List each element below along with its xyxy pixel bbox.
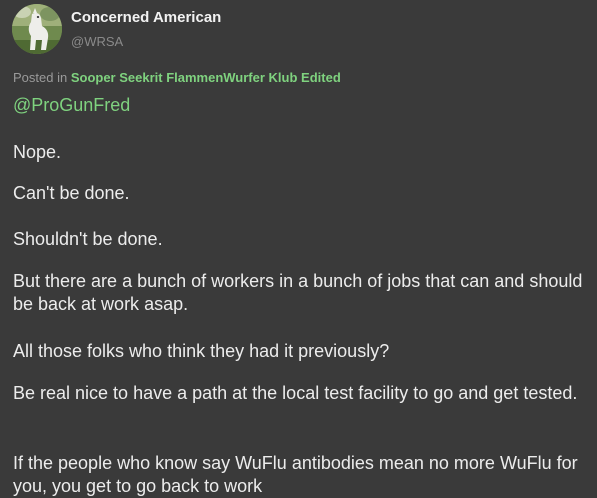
user-mention-link[interactable]: @ProGunFred [13, 95, 130, 116]
horse-avatar-icon [12, 4, 62, 54]
post-paragraph: But there are a bunch of workers in a bu… [13, 271, 583, 314]
post-paragraph: Be real nice to have a path at the local… [13, 383, 578, 403]
post-paragraph: Shouldn't be done. [13, 229, 163, 249]
posted-in-label: Posted in [13, 70, 68, 85]
post-paragraph: Nope. [13, 142, 62, 162]
post-card: Concerned American @WRSA Posted in Soope… [0, 0, 597, 497]
post-paragraph: All those folks who think they had it pr… [13, 341, 390, 361]
author-handle[interactable]: @WRSA [71, 34, 123, 49]
avatar[interactable] [12, 4, 62, 54]
post-meta: Posted in Sooper Seekrit FlammenWurfer K… [13, 70, 341, 85]
group-link[interactable]: Sooper Seekrit FlammenWurfer Klub [71, 70, 298, 85]
post-paragraph: If the people who know say WuFlu antibod… [13, 453, 578, 496]
post-paragraph: Can't be done. [13, 183, 130, 203]
edited-link[interactable]: Edited [301, 70, 341, 85]
author-name[interactable]: Concerned American [71, 9, 221, 26]
